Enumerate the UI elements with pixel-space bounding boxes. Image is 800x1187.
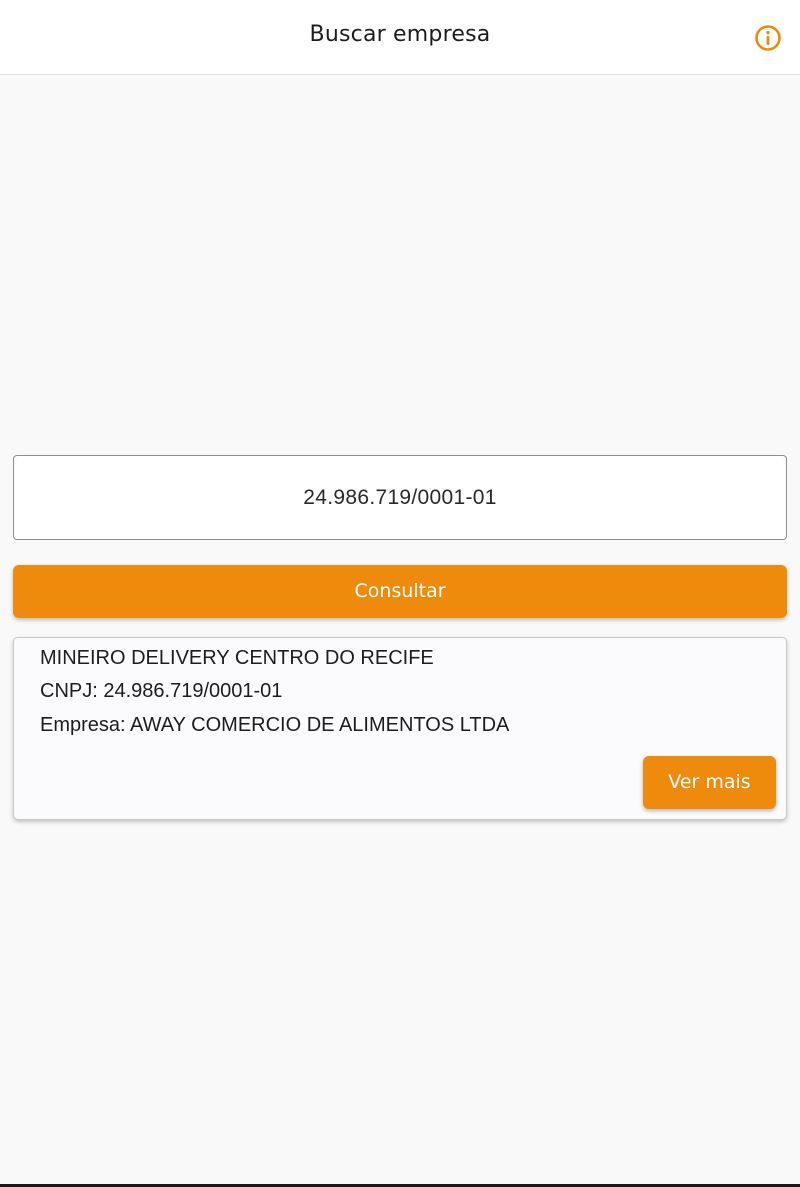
ver-mais-button[interactable]: Ver mais: [643, 756, 776, 809]
company-trade-name: MINEIRO DELIVERY CENTRO DO RECIFE: [40, 647, 434, 669]
app-bar: Buscar empresa: [0, 0, 800, 75]
info-icon[interactable]: [754, 24, 782, 52]
page-title: Buscar empresa: [309, 22, 491, 47]
company-cnpj: CNPJ: 24.986.719/0001-01: [40, 680, 283, 702]
cnpj-search-input[interactable]: [13, 455, 787, 540]
consultar-button[interactable]: Consultar: [13, 565, 787, 618]
company-legal-name: Empresa: AWAY COMERCIO DE ALIMENTOS LTDA: [40, 714, 510, 736]
company-result-card: MINEIRO DELIVERY CENTRO DO RECIFE CNPJ: …: [13, 637, 787, 820]
